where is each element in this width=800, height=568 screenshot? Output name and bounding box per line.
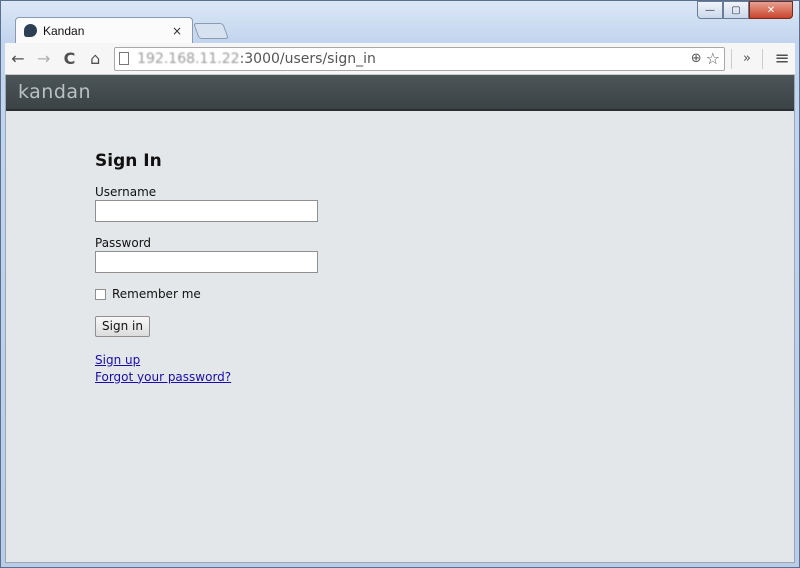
forgot-password-link[interactable]: Forgot your password? <box>95 369 395 386</box>
kandan-logo[interactable]: kandan <box>18 81 91 103</box>
bookmark-star-icon[interactable]: ☆ <box>706 49 720 68</box>
remember-me-label[interactable]: Remember me <box>112 287 201 301</box>
extensions-overflow-button[interactable]: » <box>738 47 756 71</box>
tab-close-icon[interactable]: × <box>170 24 184 38</box>
app-header: kandan <box>6 75 794 111</box>
sign-up-link[interactable]: Sign up <box>95 352 395 369</box>
kandan-favicon-icon <box>24 24 37 37</box>
reload-button[interactable]: C <box>57 47 83 71</box>
forward-button[interactable]: → <box>31 47 57 71</box>
address-bar[interactable]: 192.168.11.22:3000/users/sign_in ⊕ ☆ <box>114 46 725 71</box>
tab-strip: Kandan × — ▢ ✕ <box>1 1 799 43</box>
close-window-button[interactable]: ✕ <box>749 1 793 19</box>
toolbar-separator <box>731 48 732 69</box>
menu-button[interactable]: ≡ <box>769 47 795 71</box>
tab-kandan[interactable]: Kandan × <box>15 17 193 43</box>
browser-toolbar: ← → C ⌂ 192.168.11.22:3000/users/sign_in… <box>5 43 795 75</box>
page-title: Sign In <box>95 151 162 171</box>
toolbar-right: » ≡ <box>725 47 795 71</box>
toolbar-separator <box>762 48 763 69</box>
window-controls: — ▢ ✕ <box>697 1 793 21</box>
minimize-button[interactable]: — <box>697 1 723 19</box>
url-path: :3000/users/sign_in <box>239 50 376 67</box>
back-button[interactable]: ← <box>5 47 31 71</box>
new-tab-button[interactable] <box>193 23 229 39</box>
page-viewport: kandan Sign In Username Password Remembe… <box>5 75 795 563</box>
username-label: Username <box>95 185 157 199</box>
sign-in-form: Sign In Username Password Remember me Si… <box>95 151 395 386</box>
tab-title: Kandan <box>43 23 85 38</box>
password-label: Password <box>95 236 152 250</box>
browser-window: Kandan × — ▢ ✕ ← → C ⌂ 192.168.11.22:300… <box>0 0 800 568</box>
url-host: 192.168.11.22 <box>137 50 240 67</box>
username-input[interactable] <box>95 200 318 222</box>
maximize-button[interactable]: ▢ <box>723 1 749 19</box>
page-icon <box>119 52 130 65</box>
remember-me-row: Remember me <box>95 287 395 301</box>
url-text[interactable]: 192.168.11.22:3000/users/sign_in <box>137 51 687 67</box>
remember-me-checkbox[interactable] <box>95 288 106 300</box>
zoom-icon[interactable]: ⊕ <box>691 51 702 66</box>
home-button[interactable]: ⌂ <box>82 47 108 71</box>
sign-in-button[interactable]: Sign in <box>95 315 150 337</box>
password-input[interactable] <box>95 251 318 273</box>
